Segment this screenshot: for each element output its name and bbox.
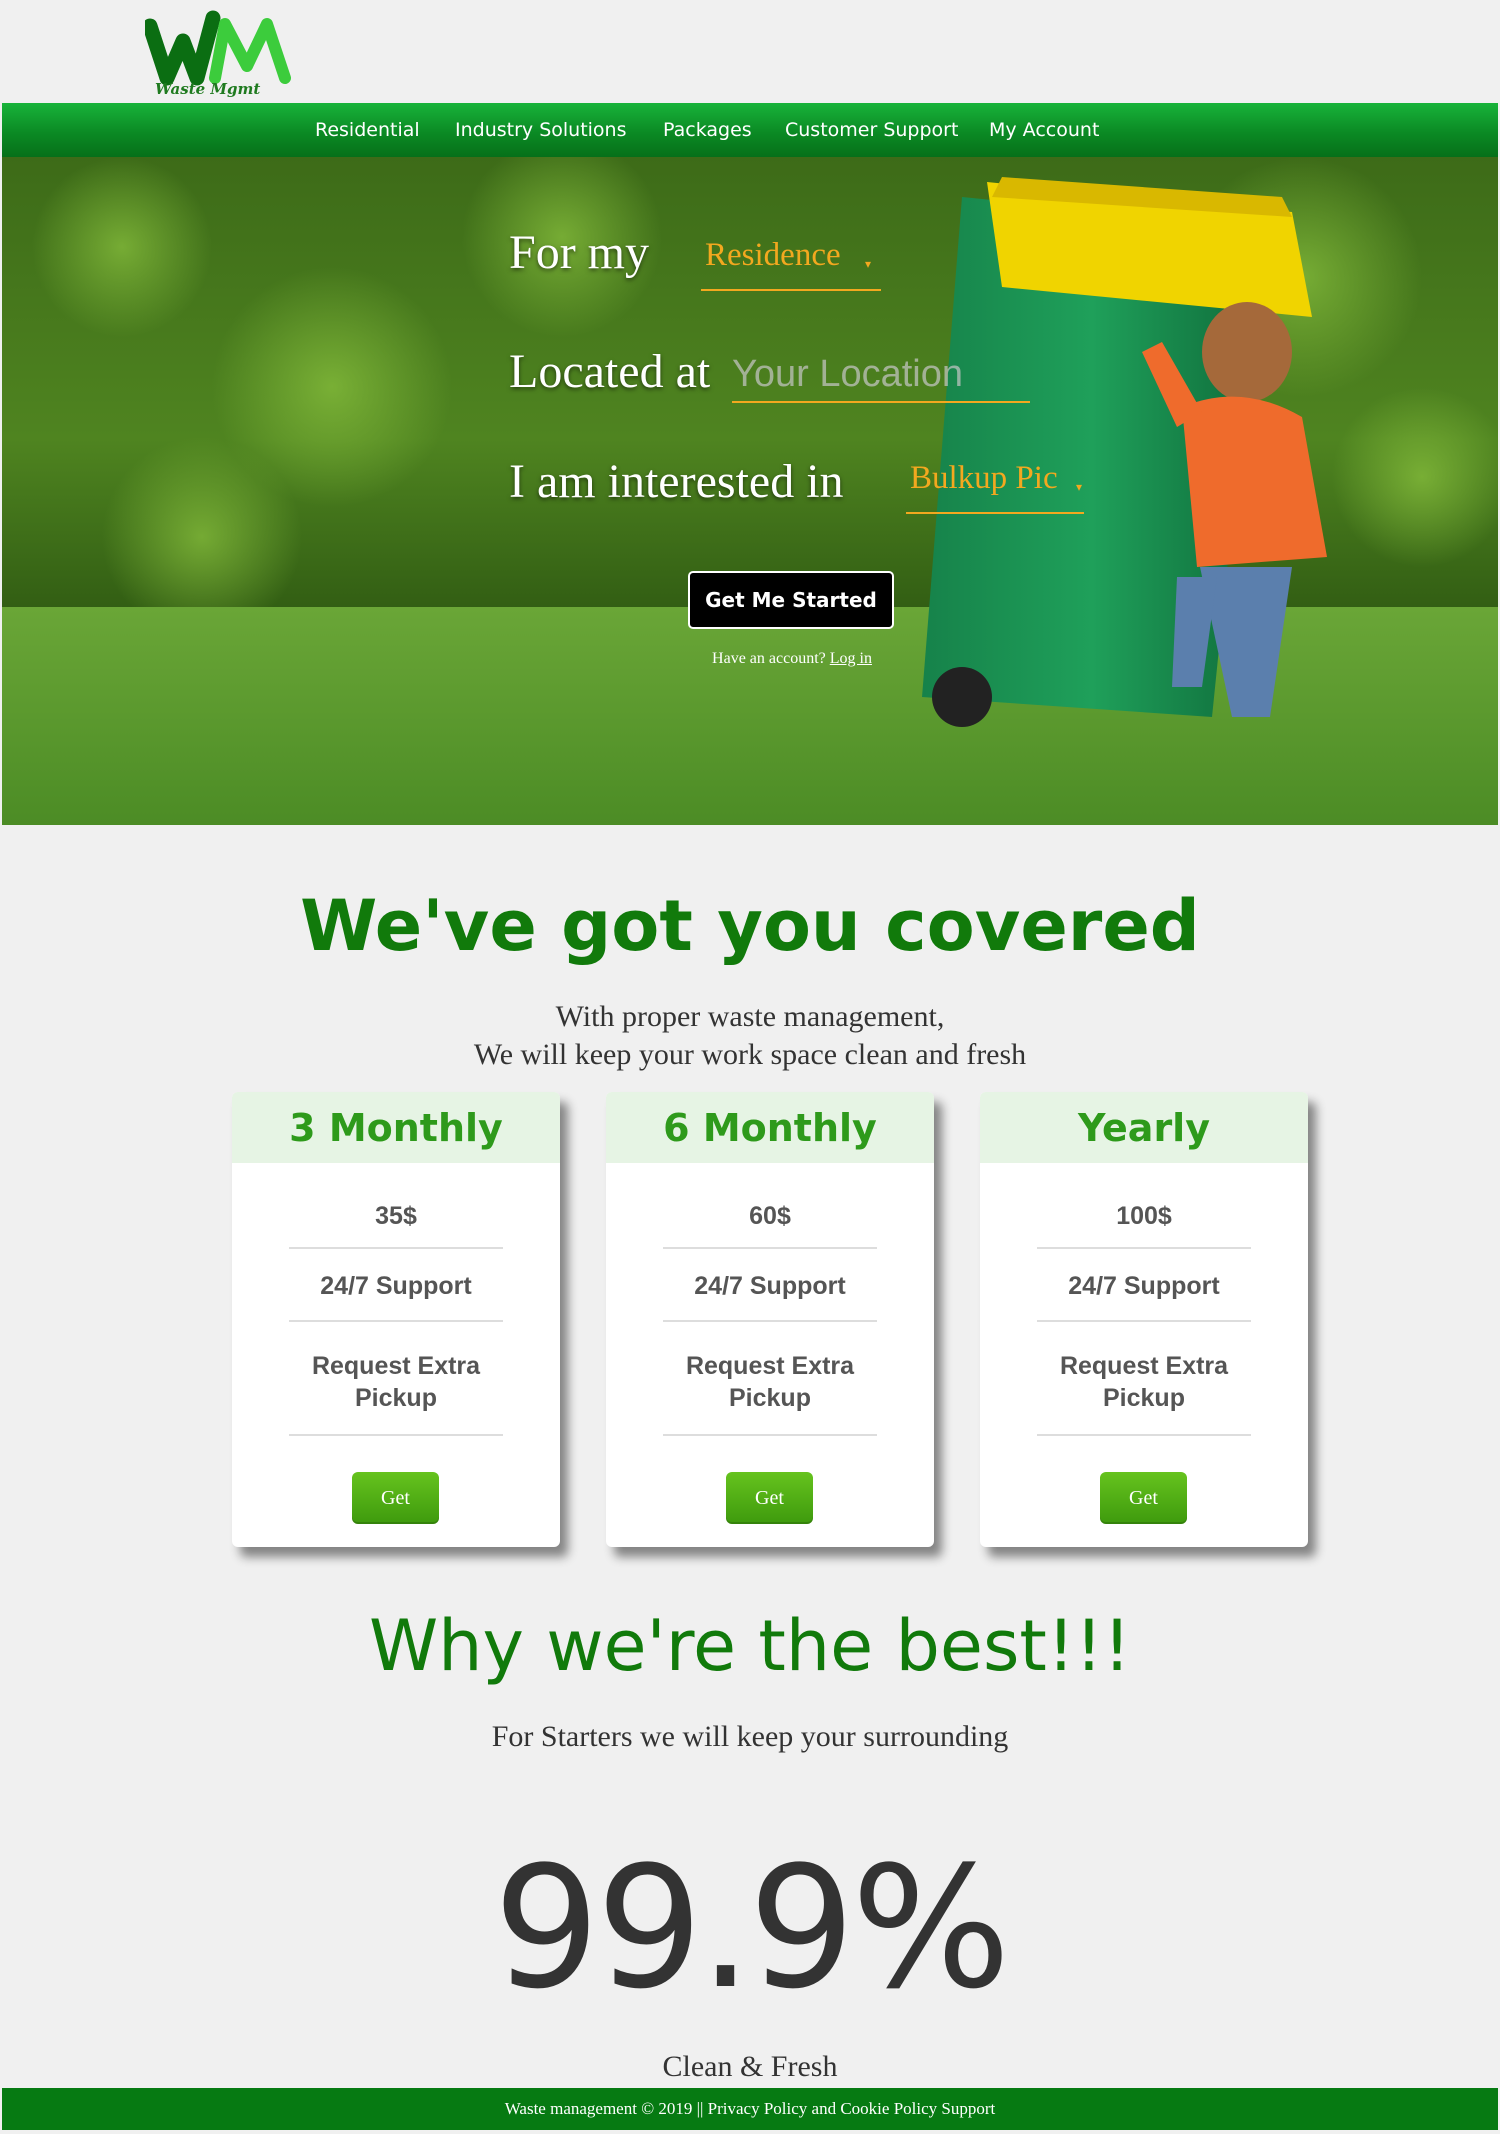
best-subtitle: For Starters we will keep your surroundi… (491, 1720, 1009, 1753)
covered-subtitle-line2: We will keep your work space clean and f… (473, 1038, 1027, 1071)
covered-title: We've got you covered (300, 885, 1200, 967)
plan-feature-pickup-line1: Request Extra (1059, 1352, 1229, 1380)
best-title: Why we're the best!!! (368, 1605, 1132, 1687)
cleanliness-stat: 99.9% (493, 1830, 1011, 2026)
stat-caption: Clean & Fresh (662, 2050, 838, 2083)
location-input[interactable] (732, 347, 1030, 403)
waste-mgmt-logo[interactable]: Waste Mgmt (145, 6, 295, 98)
hero-banner: For my Residence ▾ Located at I am inter… (2, 157, 1498, 825)
plan-price: 60$ (663, 1202, 877, 1249)
chevron-down-icon: ▾ (864, 257, 871, 271)
nav-residential[interactable]: Residential (315, 103, 420, 157)
hero-for-my-label: For my (509, 226, 650, 279)
plan-name: Yearly (980, 1092, 1308, 1163)
plan-name: 6 Monthly (606, 1092, 934, 1163)
hero-located-at-label: Located at (509, 345, 711, 398)
property-type-value: Residence (705, 237, 841, 273)
login-prompt: Have an account? Log in (622, 650, 962, 668)
plan-feature-pickup-line2: Pickup (729, 1384, 811, 1412)
plan-feature-pickup-line2: Pickup (355, 1384, 437, 1412)
main-nav: Residential Industry Solutions Packages … (2, 103, 1498, 157)
hero-interested-in-label: I am interested in (509, 455, 844, 508)
get-plan-button[interactable]: Get (726, 1472, 813, 1524)
plan-feature-support: 24/7 Support (289, 1272, 503, 1322)
logo-text: Waste Mgmt (155, 80, 260, 98)
service-type-select[interactable]: Bulkup Pic ▾ (906, 460, 1084, 514)
footer-text: Waste management © 2019 || Privacy Polic… (504, 2099, 996, 2118)
site-footer: Waste management © 2019 || Privacy Polic… (2, 2088, 1498, 2130)
chevron-down-icon: ▾ (1075, 480, 1082, 494)
plan-feature-pickup-line2: Pickup (1103, 1384, 1185, 1412)
login-link[interactable]: Log in (830, 650, 872, 667)
service-type-value: Bulkup Pic (910, 460, 1058, 496)
plan-feature-pickup-line1: Request Extra (685, 1352, 855, 1380)
nav-my-account[interactable]: My Account (989, 103, 1099, 157)
nav-customer-support[interactable]: Customer Support (785, 103, 958, 157)
plan-feature-pickup: Request Extra Pickup (289, 1350, 503, 1436)
property-type-select[interactable]: Residence ▾ (701, 237, 881, 291)
nav-packages[interactable]: Packages (663, 103, 752, 157)
plan-feature-pickup-line1: Request Extra (311, 1352, 481, 1380)
site-header: Waste Mgmt (0, 0, 1500, 103)
get-me-started-button[interactable]: Get Me Started (688, 571, 894, 629)
plan-card-3-monthly: 3 Monthly 35$ 24/7 Support Request Extra… (232, 1092, 560, 1547)
plan-name: 3 Monthly (232, 1092, 560, 1163)
get-plan-button[interactable]: Get (1100, 1472, 1187, 1524)
plan-card-6-monthly: 6 Monthly 60$ 24/7 Support Request Extra… (606, 1092, 934, 1547)
have-account-text: Have an account? (712, 650, 826, 667)
plan-price: 100$ (1037, 1202, 1251, 1249)
nav-industry-solutions[interactable]: Industry Solutions (455, 103, 627, 157)
plan-card-yearly: Yearly 100$ 24/7 Support Request Extra P… (980, 1092, 1308, 1547)
plan-feature-support: 24/7 Support (663, 1272, 877, 1322)
plan-feature-pickup: Request Extra Pickup (1037, 1350, 1251, 1436)
plan-feature-support: 24/7 Support (1037, 1272, 1251, 1322)
plan-feature-pickup: Request Extra Pickup (663, 1350, 877, 1436)
get-plan-button[interactable]: Get (352, 1472, 439, 1524)
plan-price: 35$ (289, 1202, 503, 1249)
covered-subtitle-line1: With proper waste management, (555, 1000, 945, 1033)
